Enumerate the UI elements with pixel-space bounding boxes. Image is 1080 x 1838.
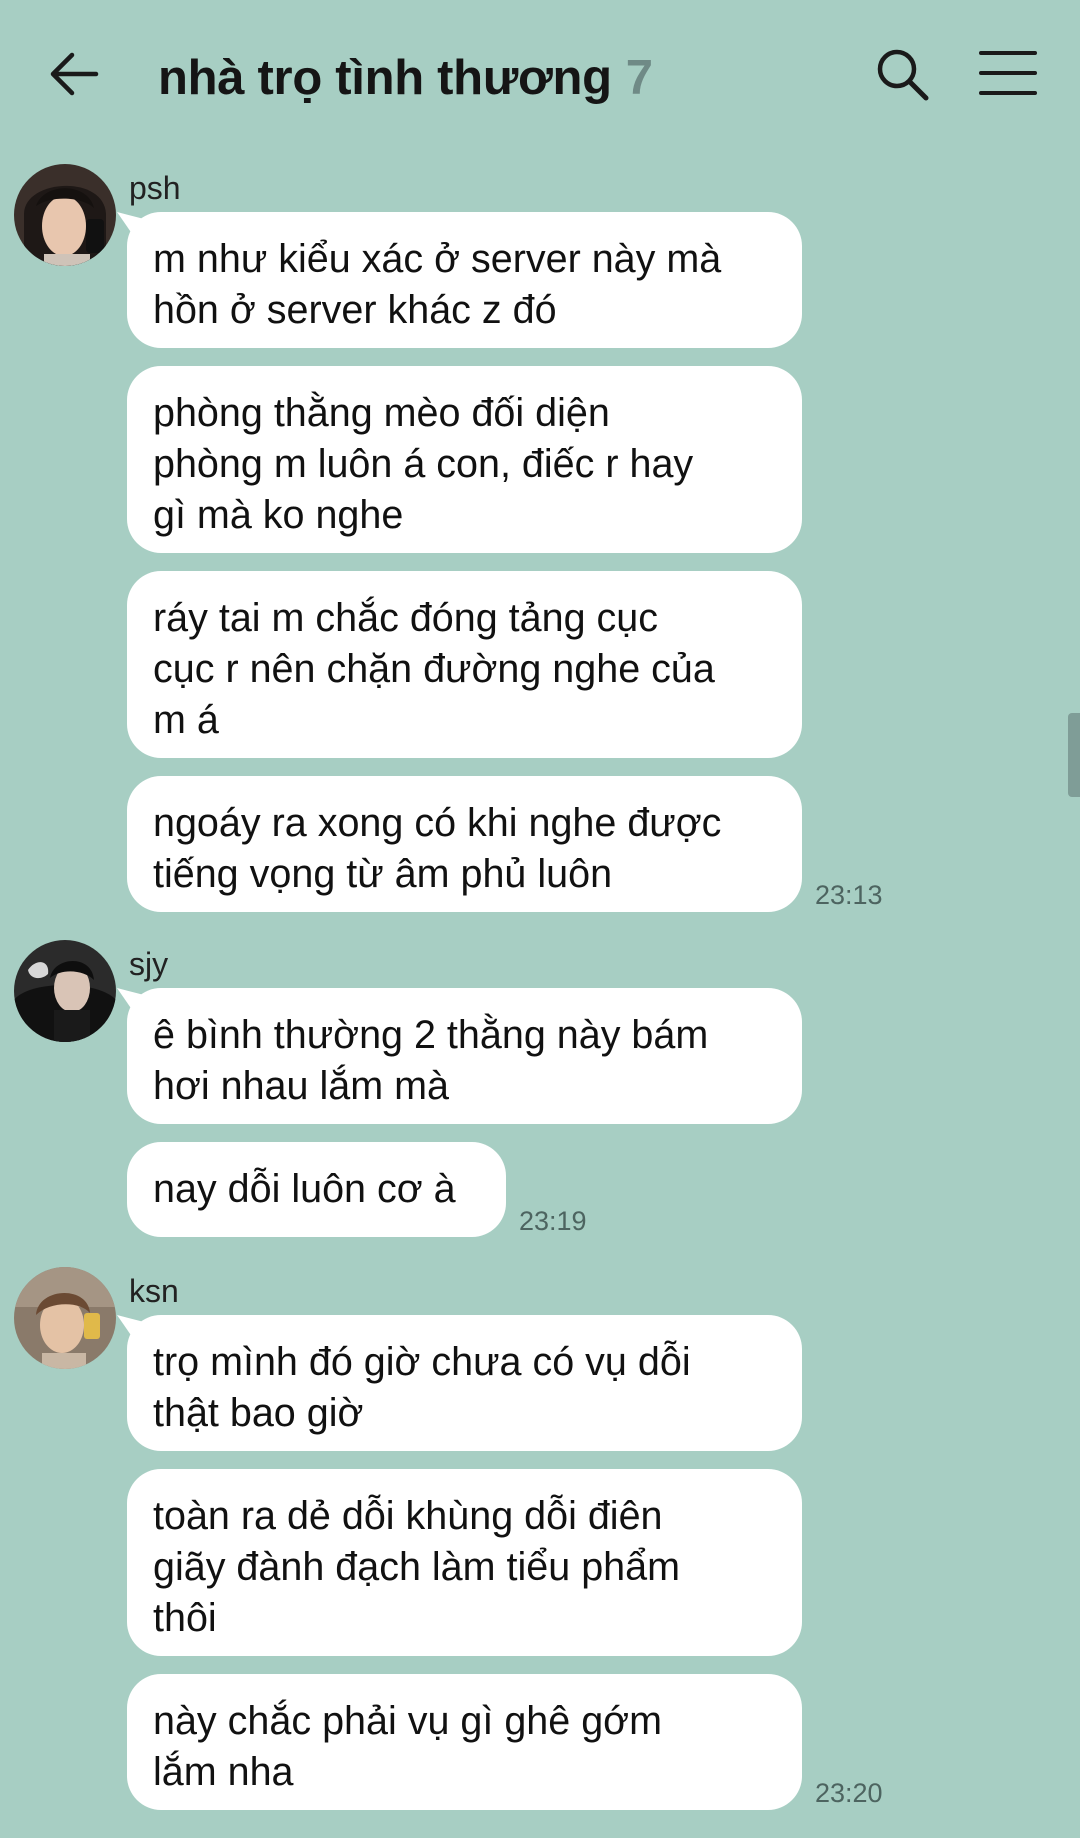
sender-name: ksn (129, 1273, 179, 1309)
message-bubble[interactable]: nay dỗi luôn cơ à (127, 1142, 506, 1237)
message-bubble[interactable]: toàn ra dẻ dỗi khùng dỗi điên giãy đành … (127, 1469, 802, 1656)
arrow-left-icon[interactable] (40, 40, 112, 112)
sender-name: psh (129, 170, 181, 206)
chat-title[interactable]: nhà trọ tình thương 7 (158, 43, 653, 113)
avatar[interactable] (14, 164, 116, 266)
message-timestamp: 23:20 (815, 1778, 883, 1808)
message-bubble[interactable]: ráy tai m chắc đóng tảng cục cục r nên c… (127, 571, 802, 758)
scrollbar[interactable] (1068, 713, 1080, 797)
member-count: 7 (625, 51, 654, 105)
avatar[interactable] (14, 940, 116, 1042)
message-bubble[interactable]: ngoáy ra xong có khi nghe được tiếng vọn… (127, 776, 802, 912)
message-timestamp: 23:13 (815, 880, 883, 910)
group-name: nhà trọ tình thương (158, 51, 612, 105)
chat-header: nhà trọ tình thương 7 (0, 0, 1080, 150)
message-bubble[interactable]: m như kiểu xác ở server này mà hồn ở ser… (127, 212, 802, 348)
avatar[interactable] (14, 1267, 116, 1369)
search-icon[interactable] (872, 44, 934, 106)
sender-name: sjy (129, 946, 169, 982)
message-bubble[interactable]: phòng thằng mèo đối diện phòng m luôn á … (127, 366, 802, 553)
message-bubble[interactable]: này chắc phải vụ gì ghê gớm lắm nha (127, 1674, 802, 1810)
message-timestamp: 23:19 (519, 1206, 587, 1236)
message-bubble[interactable]: ê bình thường 2 thằng này bám hơi nhau l… (127, 988, 802, 1124)
chat-screen: nhà trọ tình thương 7 psh m như kiểu xác… (0, 0, 1080, 1838)
message-bubble[interactable]: trọ mình đó giờ chưa có vụ dỗi thật bao … (127, 1315, 802, 1451)
hamburger-menu-icon[interactable] (978, 48, 1038, 98)
